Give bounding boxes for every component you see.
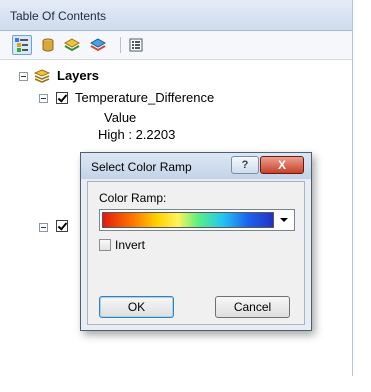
layers-label: Layers bbox=[57, 68, 99, 83]
list-by-drawing-order-button[interactable] bbox=[12, 35, 32, 55]
legend-heading: Value bbox=[104, 110, 137, 125]
layers-icon bbox=[34, 69, 50, 83]
options-icon bbox=[129, 38, 143, 52]
dialog-title: Select Color Ramp bbox=[91, 160, 192, 174]
dialog-body: Color Ramp: Invert OK Cancel bbox=[87, 181, 305, 325]
toolbar-separator bbox=[120, 37, 121, 53]
select-color-ramp-dialog: Select Color Ramp ? X Color Ramp: Invert… bbox=[80, 152, 312, 331]
close-button[interactable]: X bbox=[260, 156, 304, 174]
dropdown-arrow-icon bbox=[280, 218, 288, 222]
layer-visibility-checkbox[interactable] bbox=[56, 92, 68, 104]
ok-button[interactable]: OK bbox=[99, 296, 174, 318]
invert-checkbox[interactable] bbox=[99, 239, 111, 251]
layer-name[interactable]: Temperature_Difference bbox=[75, 90, 214, 105]
list-by-source-button[interactable] bbox=[38, 35, 58, 55]
cancel-button[interactable]: Cancel bbox=[215, 296, 290, 318]
list-by-drawing-order-icon bbox=[15, 38, 28, 52]
close-icon: X bbox=[277, 158, 286, 172]
layers-expander[interactable] bbox=[19, 72, 28, 81]
color-ramp-dropdown[interactable] bbox=[99, 209, 295, 231]
invert-label[interactable]: Invert bbox=[115, 238, 145, 252]
toc-toolbar bbox=[0, 31, 352, 60]
help-icon: ? bbox=[241, 159, 249, 171]
list-by-source-icon bbox=[42, 38, 54, 52]
layer-expander[interactable] bbox=[39, 94, 48, 103]
selected-color-ramp bbox=[102, 212, 274, 228]
list-by-visibility-button[interactable] bbox=[62, 35, 82, 55]
toc-titlebar: Table Of Contents bbox=[0, 0, 352, 31]
list-by-selection-button[interactable] bbox=[88, 35, 108, 55]
list-by-visibility-icon bbox=[64, 38, 80, 52]
options-button[interactable] bbox=[126, 35, 146, 55]
dialog-titlebar: Select Color Ramp ? X bbox=[81, 153, 311, 179]
list-by-selection-icon bbox=[90, 38, 106, 52]
help-button[interactable]: ? bbox=[231, 156, 259, 174]
toc-title: Table Of Contents bbox=[10, 9, 107, 23]
color-ramp-label: Color Ramp: bbox=[99, 191, 167, 205]
second-layer-visibility-checkbox[interactable] bbox=[56, 220, 68, 232]
second-layer-expander[interactable] bbox=[39, 223, 48, 232]
legend-high-value: High : 2.2203 bbox=[98, 127, 176, 142]
